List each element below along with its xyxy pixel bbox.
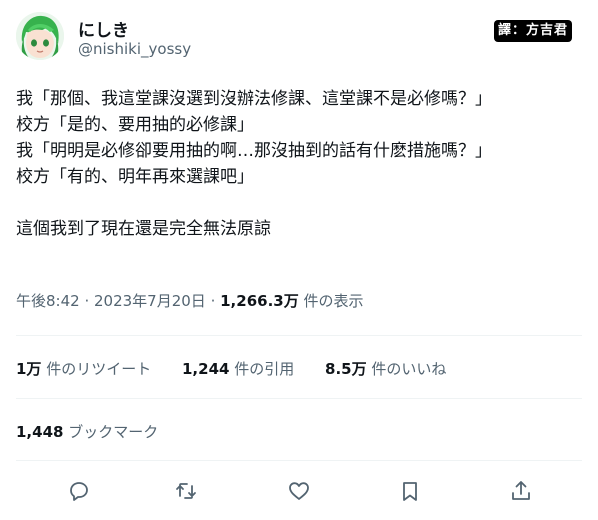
retweet-icon — [176, 483, 196, 499]
bookmark-button[interactable] — [393, 474, 427, 508]
tweet-meta: 午後8:42 · 2023年7月20日 · 1,266.3万 件の表示 — [16, 290, 364, 311]
tweet-line: 我「那個、我這堂課沒選到沒辦法修課、這堂課不是必修嗎？」 — [16, 89, 492, 109]
likes-label: 件のいいね — [366, 360, 447, 378]
tweet-line: 校方「有的、明年再來選課吧」 — [16, 167, 254, 187]
divider — [16, 460, 582, 461]
retweets-count: 1万 — [16, 360, 42, 378]
tweet-line: 我「明明是必修卻要用抽的啊…那沒抽到的話有什麽措施嗎？」 — [16, 141, 492, 161]
like-button[interactable] — [282, 474, 316, 508]
divider — [16, 398, 582, 399]
bookmarks-stat[interactable]: 1,448 ブックマーク — [16, 421, 158, 442]
divider — [16, 335, 582, 336]
retweet-button[interactable] — [169, 474, 203, 508]
author-handle[interactable]: @nishiki_yossy — [78, 40, 191, 58]
likes-stat[interactable]: 8.5万 件のいいね — [325, 360, 446, 378]
views-label: 件の表示 — [298, 292, 364, 310]
tweet-line: 這個我到了現在還是完全無法原諒 — [16, 219, 271, 239]
tweet-date[interactable]: 2023年7月20日 — [94, 292, 206, 310]
quotes-label: 件の引用 — [229, 360, 295, 378]
tweet-time[interactable]: 午後8:42 — [16, 292, 80, 310]
anime-avatar-icon — [16, 12, 64, 60]
likes-count: 8.5万 — [325, 360, 367, 378]
meta-separator: · — [205, 292, 221, 310]
bookmark-icon — [403, 482, 417, 501]
tweet-line: 校方「是的、要用抽的必修課」 — [16, 115, 254, 135]
action-bar — [0, 474, 598, 508]
share-icon — [512, 481, 530, 500]
views-count: 1,266.3万 — [220, 292, 299, 310]
author-name[interactable]: にしき — [78, 16, 129, 41]
reply-button[interactable] — [62, 474, 96, 508]
tweet-stats: 1万 件のリツイート 1,244 件の引用 8.5万 件のいいね — [16, 358, 472, 379]
quotes-stat[interactable]: 1,244 件の引用 — [182, 360, 294, 378]
translator-watermark: 譯：方吉君 — [493, 20, 572, 42]
tweet-line — [16, 190, 582, 216]
bookmarks-label: ブックマーク — [63, 423, 159, 441]
retweets-stat[interactable]: 1万 件のリツイート — [16, 360, 151, 378]
tweet-header: にしき @nishiki_yossy 譯：方吉君 — [16, 12, 582, 64]
meta-separator: · — [79, 292, 94, 310]
bookmarks-count: 1,448 — [16, 423, 64, 441]
retweets-label: 件のリツイート — [41, 360, 152, 378]
avatar[interactable] — [16, 12, 64, 60]
heart-icon — [289, 482, 309, 500]
tweet-text: 我「那個、我這堂課沒選到沒辦法修課、這堂課不是必修嗎？」 校方「是的、要用抽的必… — [16, 86, 582, 242]
share-button[interactable] — [504, 474, 538, 508]
reply-icon — [70, 482, 88, 501]
quotes-count: 1,244 — [182, 360, 230, 378]
